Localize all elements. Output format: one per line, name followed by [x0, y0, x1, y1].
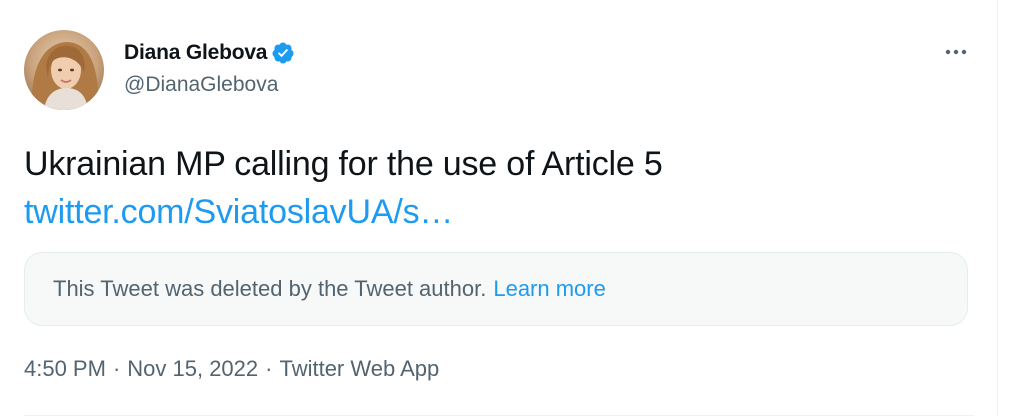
- more-horizontal-icon: [944, 43, 968, 61]
- column-divider: [997, 0, 998, 416]
- verified-badge-icon: [271, 41, 295, 65]
- meta-separator: ·: [265, 356, 273, 381]
- tweet-source[interactable]: Twitter Web App: [279, 356, 439, 382]
- author-name-row: Diana Glebova: [124, 40, 295, 66]
- tweet-time[interactable]: 4:50 PM: [24, 356, 106, 382]
- meta-separator: ·: [112, 356, 121, 381]
- learn-more-link[interactable]: Learn more: [493, 276, 606, 302]
- author-info: Diana Glebova @DianaGlebova: [124, 40, 295, 97]
- deleted-tweet-notice: This Tweet was deleted by the Tweet auth…: [53, 276, 487, 301]
- tweet-text: Ukrainian MP calling for the use of Arti…: [24, 140, 964, 236]
- more-options-button[interactable]: [936, 36, 976, 68]
- author-handle[interactable]: @DianaGlebova: [124, 73, 295, 97]
- tweet-card: Diana Glebova @DianaGlebova Ukrainian MP…: [0, 0, 998, 416]
- tweet-metadata: 4:50 PM · Nov 15, 2022 · Twitter Web App: [24, 356, 439, 382]
- tweet-date[interactable]: Nov 15, 2022: [127, 356, 258, 382]
- deleted-quote-tweet: This Tweet was deleted by the Tweet auth…: [24, 252, 968, 326]
- tweet-link[interactable]: twitter.com/SviatoslavUA/s…: [24, 188, 964, 236]
- author-display-name[interactable]: Diana Glebova: [124, 41, 267, 65]
- tweet-text-line: Ukrainian MP calling for the use of Arti…: [24, 145, 663, 183]
- avatar[interactable]: [24, 30, 104, 110]
